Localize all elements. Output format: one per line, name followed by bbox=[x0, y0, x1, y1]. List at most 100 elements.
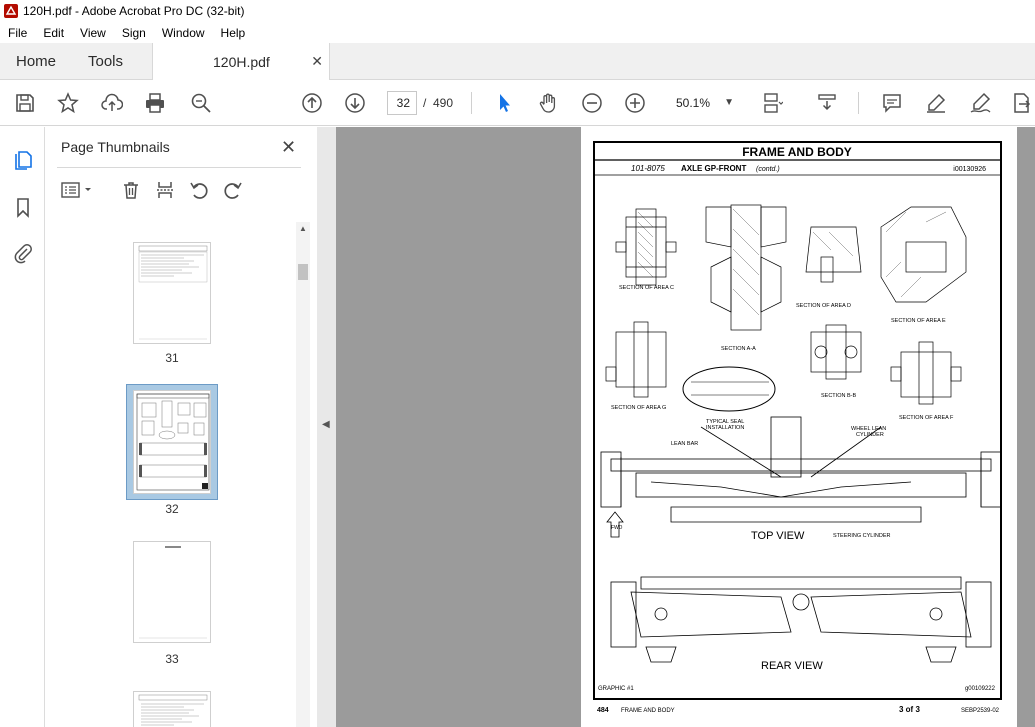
pdf-page: FRAME AND BODY 101-8075 AXLE GP-FRONT (c… bbox=[581, 127, 1017, 727]
title-bar: 120H.pdf - Adobe Acrobat Pro DC (32-bit) bbox=[0, 0, 1035, 22]
scroll-up-arrow-icon[interactable]: ▲ bbox=[299, 224, 307, 233]
print-icon[interactable] bbox=[143, 91, 167, 115]
menu-view[interactable]: View bbox=[72, 26, 114, 40]
footer-section: FRAME AND BODY bbox=[621, 708, 675, 714]
thumbnail-label-31: 31 bbox=[165, 351, 179, 365]
acrobat-window: 120H.pdf - Adobe Acrobat Pro DC (32-bit)… bbox=[0, 0, 1035, 727]
page-thumbnails-icon[interactable] bbox=[11, 147, 35, 171]
pane-divider bbox=[57, 167, 301, 168]
highlight-pen-icon[interactable] bbox=[924, 91, 948, 115]
main-toolbar: 32 / 490 50.1% ▼ bbox=[0, 80, 1035, 126]
left-nav-rail bbox=[0, 127, 45, 727]
zoom-level-value: 50.1% bbox=[676, 96, 711, 110]
thumbnails-scrollbar[interactable]: ▲ bbox=[296, 222, 310, 727]
page-thumbnail-33[interactable] bbox=[133, 541, 211, 643]
thumbnail-options-icon[interactable] bbox=[59, 179, 95, 201]
star-icon[interactable] bbox=[56, 91, 80, 115]
share-document-icon[interactable] bbox=[1010, 91, 1034, 115]
acrobat-logo-icon bbox=[4, 4, 18, 18]
tab-home[interactable]: Home bbox=[16, 53, 56, 70]
page-count: 490 bbox=[433, 96, 454, 110]
tab-bar: Home Tools 120H.pdf ✕ bbox=[0, 43, 1035, 81]
menu-bar: File Edit View Sign Window Help bbox=[0, 22, 1035, 43]
label-steering-cylinder: STEERING CYLINDER bbox=[833, 533, 890, 539]
previous-page-icon[interactable] bbox=[300, 91, 324, 115]
toolbar-divider bbox=[471, 92, 472, 114]
label-section-f: SECTION OF AREA F bbox=[899, 415, 954, 421]
rear-view-drawing bbox=[610, 576, 992, 663]
zoom-in-icon[interactable] bbox=[623, 91, 647, 115]
page-number-input[interactable]: 32 bbox=[387, 91, 417, 115]
window-title: 120H.pdf - Adobe Acrobat Pro DC (32-bit) bbox=[23, 4, 245, 18]
menu-help[interactable]: Help bbox=[213, 26, 254, 40]
label-graphic-id: g00109222 bbox=[965, 686, 996, 692]
zoom-search-icon[interactable] bbox=[189, 91, 213, 115]
top-view-drawing bbox=[600, 416, 1002, 523]
rotate-clockwise-icon[interactable] bbox=[221, 179, 245, 201]
page-section-header: FRAME AND BODY bbox=[742, 145, 852, 159]
scrolling-mode-icon[interactable] bbox=[815, 91, 839, 115]
page-thumbnail-32[interactable] bbox=[133, 390, 211, 494]
pane-title: Page Thumbnails bbox=[61, 139, 170, 155]
section-area-d-drawing bbox=[805, 226, 862, 283]
tab-document[interactable]: 120H.pdf ✕ bbox=[152, 43, 330, 81]
comment-icon[interactable] bbox=[880, 91, 904, 115]
section-area-e-drawing bbox=[880, 206, 967, 303]
collapse-pane-arrow-icon[interactable]: ◀ bbox=[322, 419, 330, 430]
contd-label: (contd.) bbox=[756, 166, 780, 173]
menu-sign[interactable]: Sign bbox=[114, 26, 154, 40]
sign-pen-icon[interactable] bbox=[968, 91, 992, 115]
chevron-down-icon: ▼ bbox=[724, 97, 734, 108]
footer-page-number: 484 bbox=[597, 707, 609, 714]
cloud-upload-icon[interactable] bbox=[100, 91, 124, 115]
scrollbar-thumb[interactable] bbox=[298, 264, 308, 280]
page-thumbnails-pane: Page Thumbnails ✕ 31 32 33 ▲ bbox=[45, 127, 317, 727]
attachment-paperclip-icon[interactable] bbox=[11, 241, 35, 265]
delete-trash-icon[interactable] bbox=[119, 179, 143, 201]
menu-window[interactable]: Window bbox=[154, 26, 213, 40]
bookmark-icon[interactable] bbox=[11, 195, 35, 219]
label-wheel-lean-2: CYLINDER bbox=[856, 432, 884, 438]
hand-tool-icon[interactable] bbox=[536, 91, 560, 115]
close-pane-icon[interactable]: ✕ bbox=[281, 137, 296, 158]
label-rear-view: REAR VIEW bbox=[761, 660, 823, 672]
section-area-c-drawing bbox=[615, 208, 677, 286]
section-bb-drawing bbox=[810, 324, 862, 380]
thumbnail-label-33: 33 bbox=[165, 652, 179, 666]
section-aa-drawing bbox=[705, 204, 787, 331]
tab-tools[interactable]: Tools bbox=[88, 53, 123, 70]
extract-pages-icon[interactable] bbox=[153, 179, 177, 201]
label-top-view: TOP VIEW bbox=[751, 530, 805, 542]
label-section-e: SECTION OF AREA E bbox=[891, 318, 946, 324]
label-seal-2: INSTALLATION bbox=[706, 425, 744, 431]
label-section-d: SECTION OF AREA D bbox=[796, 303, 851, 309]
rotate-counterclockwise-icon[interactable] bbox=[187, 179, 211, 201]
footer-doc-number: SEBP2539-02 bbox=[961, 708, 1000, 714]
page-thumbnail-31[interactable] bbox=[133, 242, 211, 344]
label-graphic: GRAPHIC #1 bbox=[598, 686, 634, 692]
part-description: AXLE GP-FRONT bbox=[681, 164, 746, 173]
label-section-g: SECTION OF AREA G bbox=[611, 405, 666, 411]
menu-edit[interactable]: Edit bbox=[35, 26, 72, 40]
label-lean-bar: LEAN BAR bbox=[671, 441, 698, 447]
pane-splitter[interactable]: ◀ bbox=[317, 127, 336, 727]
toolbar-divider bbox=[858, 92, 859, 114]
tab-document-label: 120H.pdf bbox=[213, 54, 270, 70]
illustration-id: i00130926 bbox=[953, 166, 986, 173]
menu-file[interactable]: File bbox=[0, 26, 35, 40]
zoom-level-dropdown[interactable]: 50.1% ▼ bbox=[668, 91, 738, 115]
footer-of-label: 3 of 3 bbox=[899, 705, 920, 714]
page-display-icon[interactable] bbox=[760, 91, 784, 115]
label-section-bb: SECTION B-B bbox=[821, 393, 856, 399]
close-tab-icon[interactable]: ✕ bbox=[311, 53, 323, 70]
part-number: 101-8075 bbox=[631, 164, 665, 173]
label-section-c: SECTION OF AREA C bbox=[619, 285, 674, 291]
save-icon[interactable] bbox=[13, 91, 37, 115]
section-area-g-drawing bbox=[605, 321, 667, 398]
section-area-f-drawing bbox=[890, 341, 962, 405]
page-separator: / bbox=[423, 96, 427, 110]
next-page-icon[interactable] bbox=[343, 91, 367, 115]
page-thumbnail-34[interactable] bbox=[133, 691, 211, 727]
select-cursor-icon[interactable] bbox=[492, 91, 516, 115]
zoom-out-icon[interactable] bbox=[580, 91, 604, 115]
